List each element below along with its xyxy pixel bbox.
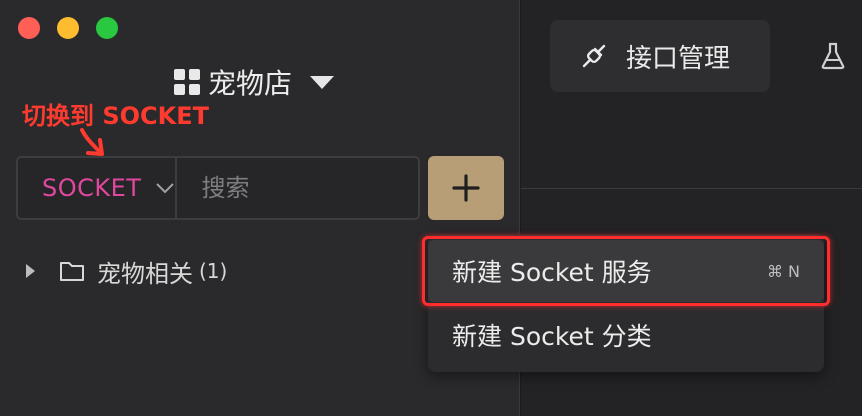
tree-item-count: (1) — [199, 259, 228, 283]
menu-item-new-socket-category[interactable]: 新建 Socket 分类 — [428, 304, 824, 366]
tab-api-management[interactable]: 接口管理 — [550, 20, 770, 92]
plus-icon — [452, 174, 480, 202]
minimize-window-button[interactable] — [57, 17, 79, 39]
grid-icon — [174, 69, 200, 95]
maximize-window-button[interactable] — [96, 17, 118, 39]
menu-item-label: 新建 Socket 分类 — [452, 322, 652, 351]
tree-item-pets[interactable]: 宠物相关 (1) — [26, 254, 227, 288]
project-name: 宠物店 — [208, 67, 293, 100]
tab-label: 接口管理 — [626, 43, 731, 74]
caret-down-icon — [310, 75, 335, 89]
api-type-select[interactable]: SOCKET — [18, 158, 178, 218]
chevron-down-icon — [156, 183, 175, 194]
expand-arrow-icon[interactable] — [26, 264, 35, 278]
add-button[interactable] — [428, 156, 504, 220]
tree-item-label: 宠物相关 — [97, 259, 193, 288]
divider — [521, 188, 862, 189]
annotation-highlight-box — [422, 236, 830, 306]
annotation-arrow-icon — [80, 128, 104, 156]
folder-icon — [60, 262, 84, 281]
api-type-label: SOCKET — [42, 174, 142, 202]
project-selector[interactable]: 宠物店 — [174, 64, 335, 100]
annotation-text: 切换到 SOCKET — [22, 102, 210, 130]
plug-icon — [582, 44, 606, 68]
flask-icon[interactable] — [820, 42, 846, 70]
search-bar: SOCKET — [16, 156, 502, 220]
close-window-button[interactable] — [18, 17, 40, 39]
